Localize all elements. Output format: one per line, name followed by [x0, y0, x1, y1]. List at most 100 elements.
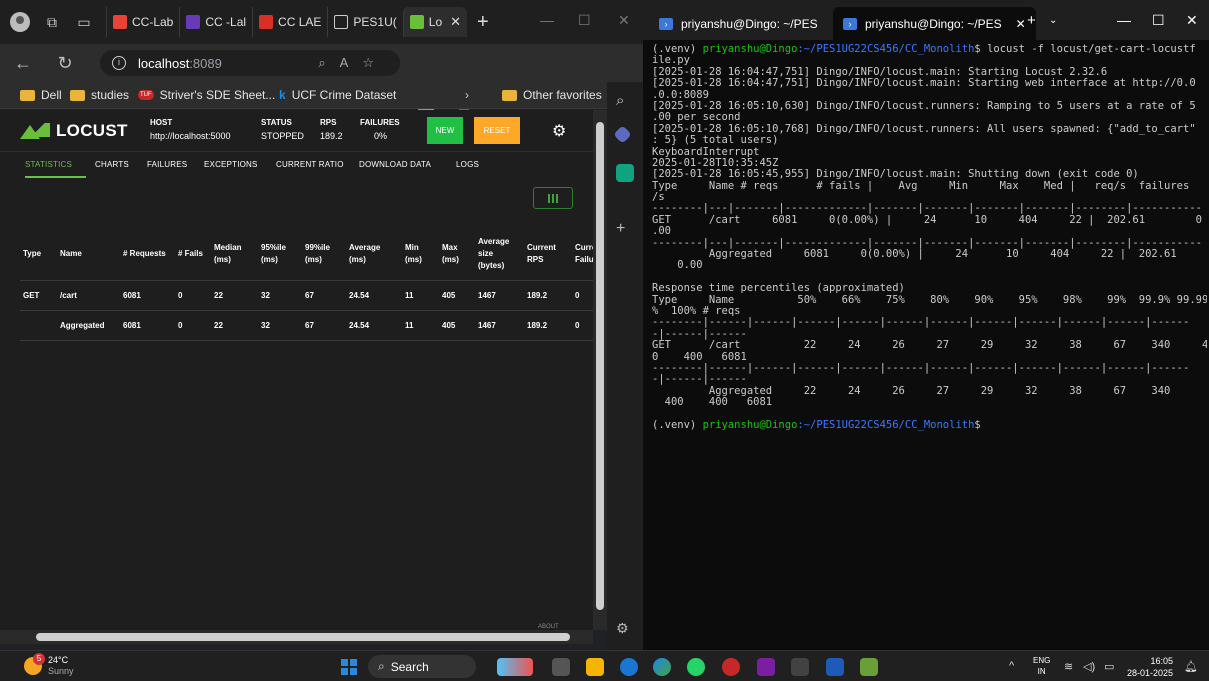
- bookmark-dell[interactable]: Dell: [20, 88, 62, 102]
- language-indicator[interactable]: ENG IN: [1033, 655, 1050, 677]
- taskbar-search[interactable]: ⌕ Search: [368, 655, 476, 678]
- address-bar[interactable]: i localhost:8089 ⌕A☆: [100, 50, 400, 76]
- tab-statistics[interactable]: STATISTICS: [25, 160, 72, 169]
- profile-avatar-icon[interactable]: [10, 12, 30, 32]
- table-cell: 1467: [475, 280, 524, 311]
- app-icon[interactable]: [860, 658, 878, 676]
- terminal-line: (.venv) priyanshu@Dingo:~/PES1UG22CS456/…: [652, 44, 1196, 55]
- chevron-up-icon[interactable]: ^: [1009, 660, 1014, 672]
- edge-icon[interactable]: [653, 658, 671, 676]
- url-host: localhost: [138, 55, 190, 71]
- reset-stats-button[interactable]: RESET: [474, 117, 520, 144]
- browser-tab-4[interactable]: Lo ✕: [402, 7, 468, 37]
- col-average[interactable]: Average (ms): [346, 228, 402, 281]
- reload-icon[interactable]: ↻: [54, 53, 76, 74]
- sidebar-settings-icon[interactable]: ⚙: [616, 620, 634, 638]
- tab-actions-icon[interactable]: ▭: [74, 12, 94, 32]
- new-tab-icon[interactable]: +: [477, 11, 489, 34]
- close-window-icon[interactable]: ✕: [618, 12, 630, 29]
- column-selector-button[interactable]: [533, 187, 573, 209]
- col-99ile[interactable]: 99%ile (ms): [302, 228, 346, 281]
- volume-icon[interactable]: ◁): [1083, 660, 1095, 673]
- tab-failures[interactable]: FAILURES: [147, 160, 187, 169]
- terminal-line: (.venv) priyanshu@Dingo:~/PES1UG22CS456/…: [652, 418, 981, 431]
- col-min[interactable]: Min (ms): [402, 228, 439, 281]
- active-tab-indicator: [25, 176, 86, 178]
- col-name[interactable]: Name: [57, 228, 120, 281]
- tab-exceptions[interactable]: EXCEPTIONS: [204, 160, 258, 169]
- tab-current-ratio[interactable]: CURRENT RATIO: [276, 160, 344, 169]
- back-icon[interactable]: ←: [12, 53, 34, 74]
- windows-start-icon[interactable]: [341, 659, 357, 675]
- bookmark-other-favorites[interactable]: Other favorites: [502, 88, 602, 102]
- col-max[interactable]: Max (ms): [439, 228, 475, 281]
- tuf-app-icon[interactable]: [722, 658, 740, 676]
- terminal-app-icon[interactable]: [791, 658, 809, 676]
- maximize-icon[interactable]: ☐: [578, 12, 591, 29]
- col-median[interactable]: Median (ms): [211, 228, 258, 281]
- bookmark-striver[interactable]: TUF Striver's SDE Sheet...: [138, 88, 275, 102]
- wifi-icon[interactable]: ≋: [1064, 660, 1073, 673]
- browser-tab-0[interactable]: CC-Lab: [106, 7, 179, 37]
- col-current-failures[interactable]: Curre Failu: [572, 228, 593, 281]
- table-cell: 0: [572, 310, 593, 341]
- horizontal-scroll-thumb[interactable]: [36, 633, 570, 641]
- tab-charts[interactable]: CHARTS: [95, 160, 129, 169]
- weather-widget[interactable]: 5 24°C Sunny: [24, 653, 74, 677]
- minimize-icon[interactable]: —: [540, 12, 554, 28]
- task-view-icon[interactable]: [552, 658, 570, 676]
- page-vertical-scrollbar[interactable]: [593, 110, 607, 630]
- workspaces-icon[interactable]: ⧉: [42, 12, 62, 32]
- sun-icon: 5: [24, 653, 45, 675]
- chevron-down-icon[interactable]: ⌄: [1049, 15, 1057, 26]
- site-info-icon[interactable]: i: [112, 56, 126, 70]
- tab-download-data[interactable]: DOWNLOAD DATA: [359, 160, 431, 169]
- whatsapp-icon[interactable]: [687, 658, 705, 676]
- search-icon: ⌕: [378, 659, 385, 673]
- system-clock[interactable]: 16:05 28-01-2025: [1127, 655, 1173, 679]
- tuf-icon: TUF: [138, 90, 154, 100]
- browser-tab-2[interactable]: CC LAE: [252, 7, 327, 37]
- col-requests[interactable]: # Requests: [120, 228, 175, 281]
- word-icon[interactable]: [826, 658, 844, 676]
- col-current-rps[interactable]: Current RPS: [524, 228, 572, 281]
- file-explorer-icon[interactable]: [586, 658, 604, 676]
- sidebar-add-icon[interactable]: +: [616, 220, 634, 238]
- terminal-tab-1[interactable]: › priyanshu@Dingo: ~/PES ✕: [833, 7, 1036, 40]
- battery-icon[interactable]: ▭: [1104, 660, 1114, 673]
- widgets-app-icon[interactable]: [497, 658, 533, 676]
- close-tab-icon[interactable]: ✕: [1016, 17, 1026, 31]
- notifications-icon[interactable]: 🔔︎: [1184, 660, 1198, 673]
- minimize-icon[interactable]: —: [1117, 12, 1131, 28]
- address-bar-actions-icon[interactable]: ⌕A☆: [318, 55, 388, 71]
- bookmarks-overflow-icon[interactable]: ›: [465, 88, 469, 102]
- page-horizontal-scrollbar[interactable]: [0, 630, 593, 644]
- onenote-icon[interactable]: [757, 658, 775, 676]
- locust-logo[interactable]: LOCUST: [20, 121, 128, 141]
- browser-tab-1[interactable]: CC -Lal: [179, 7, 252, 37]
- col-fails[interactable]: # Fails: [175, 228, 211, 281]
- browser-tab-3[interactable]: PES1U(: [327, 7, 402, 37]
- maximize-icon[interactable]: ☐: [1152, 12, 1165, 29]
- tab-logs[interactable]: LOGS: [456, 160, 479, 169]
- table-cell: 32: [258, 280, 302, 311]
- close-tab-icon[interactable]: ✕: [450, 14, 461, 30]
- sidebar-search-icon[interactable]: ⌕: [616, 92, 634, 110]
- col-avg-size[interactable]: Average size (bytes): [475, 228, 524, 281]
- locust-icon: [409, 15, 424, 29]
- vertical-scroll-thumb[interactable]: [596, 122, 604, 610]
- gear-icon[interactable]: ⚙: [552, 121, 566, 141]
- terminal-tab-0[interactable]: ›priyanshu@Dingo: ~/PES✕: [649, 7, 852, 40]
- new-terminal-tab-icon[interactable]: +: [1027, 12, 1036, 29]
- terminal-output[interactable]: (.venv) priyanshu@Dingo:~/PES1UG22CS456/…: [652, 44, 1207, 644]
- bookmark-ucf[interactable]: k UCF Crime Dataset: [279, 88, 396, 102]
- chatgpt-icon[interactable]: [616, 164, 634, 182]
- sidebar-tools-icon[interactable]: [613, 125, 632, 144]
- app-icon[interactable]: [620, 658, 638, 676]
- bookmark-studies[interactable]: studies: [70, 88, 129, 102]
- col-type[interactable]: Type: [20, 228, 57, 281]
- new-test-button[interactable]: NEW: [427, 117, 463, 144]
- col-95ile[interactable]: 95%ile (ms): [258, 228, 302, 281]
- close-window-icon[interactable]: ✕: [1186, 12, 1198, 29]
- url-port: :8089: [189, 55, 222, 71]
